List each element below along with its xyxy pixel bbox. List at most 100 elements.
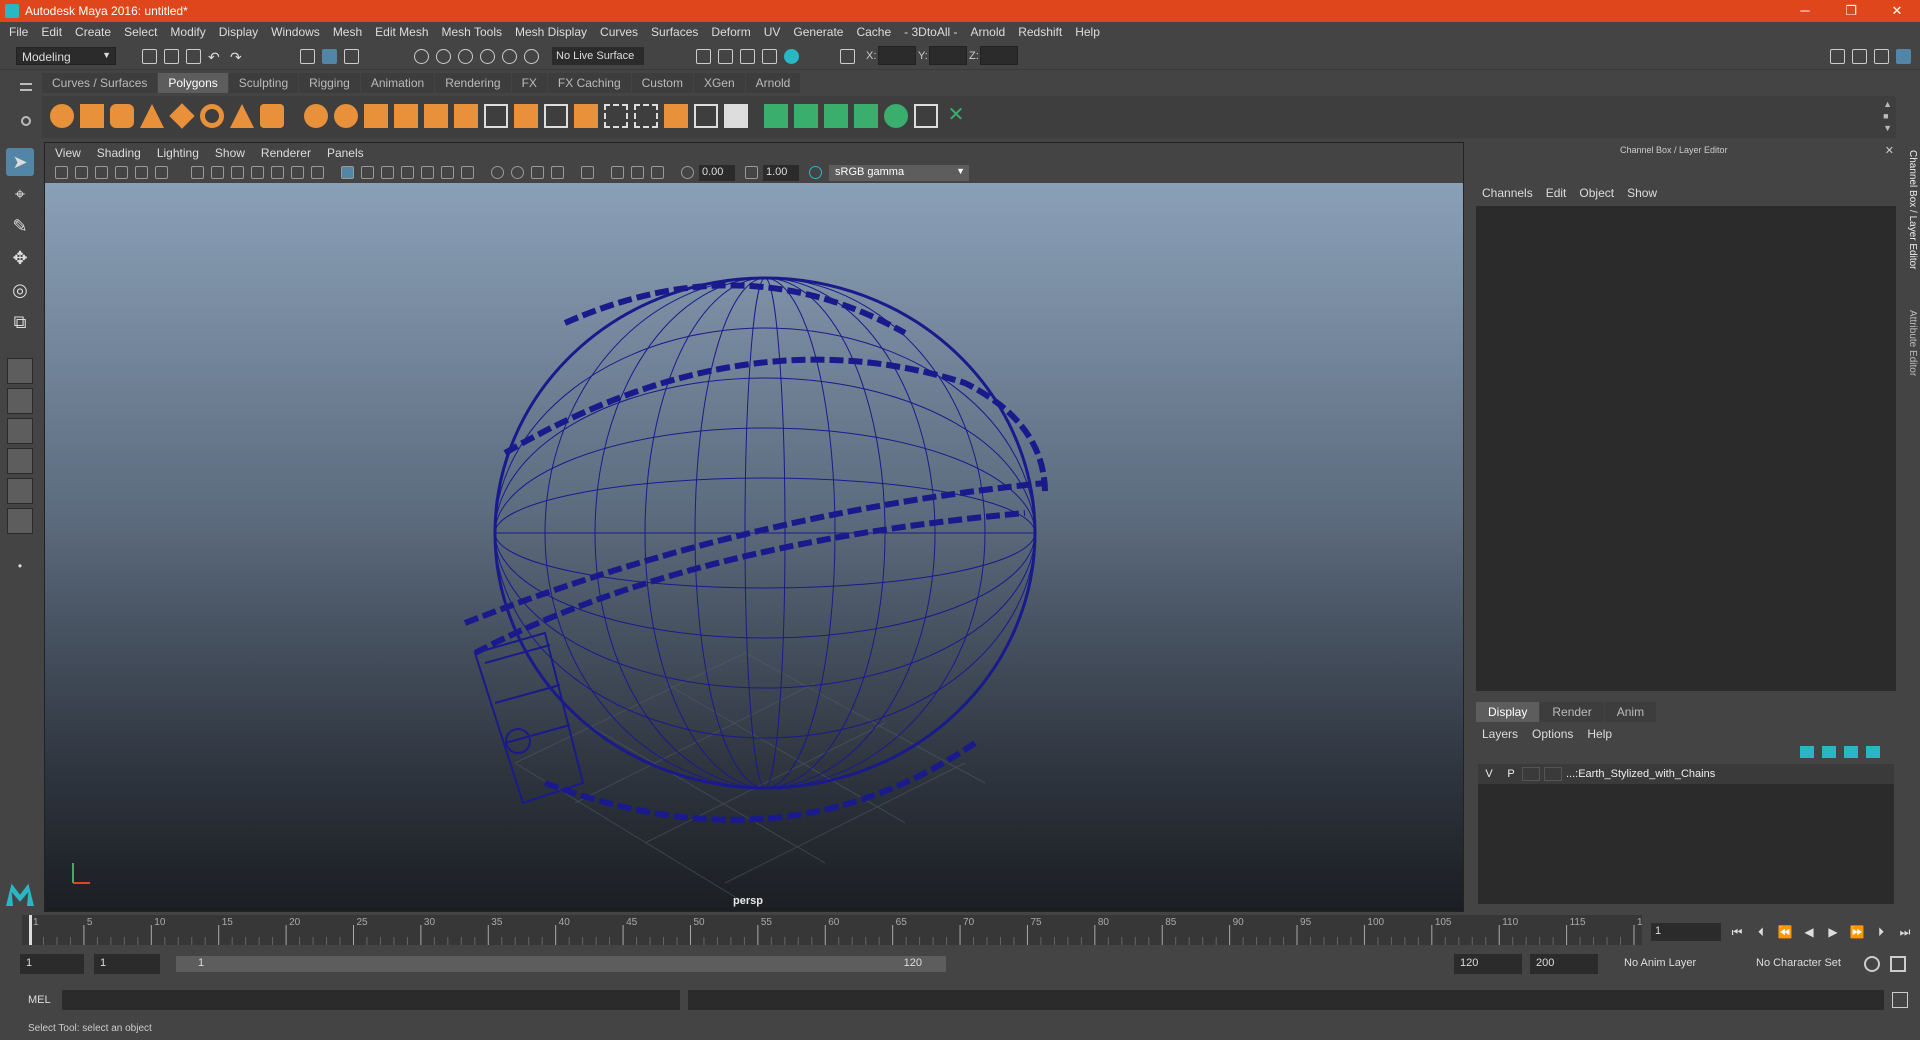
- redo-icon[interactable]: ↷: [230, 49, 245, 65]
- grease-pencil-icon[interactable]: [155, 166, 168, 179]
- bevel-icon[interactable]: [484, 104, 508, 128]
- tab-animation[interactable]: Animation: [360, 73, 435, 93]
- tab-sculpting[interactable]: Sculpting: [228, 73, 299, 93]
- tab-arnold[interactable]: Arnold: [745, 73, 801, 93]
- x-input[interactable]: [878, 46, 916, 65]
- snap-grid-icon[interactable]: [414, 49, 429, 64]
- xray-joints-icon[interactable]: [651, 166, 664, 179]
- menu-windows[interactable]: Windows: [271, 25, 320, 39]
- select-hierarchy-icon[interactable]: [300, 49, 315, 64]
- attribute-editor-icon[interactable]: [1852, 49, 1867, 64]
- y-input[interactable]: [929, 46, 967, 65]
- textured-icon[interactable]: [421, 166, 434, 179]
- more-layouts-icon[interactable]: •: [6, 552, 34, 580]
- move-layer-down-icon[interactable]: [1822, 746, 1836, 758]
- save-scene-icon[interactable]: [186, 49, 201, 64]
- insert-edge-loop-icon[interactable]: [634, 104, 658, 128]
- tab-display[interactable]: Display: [1476, 702, 1540, 722]
- shelf-settings-icon[interactable]: [21, 116, 31, 126]
- panel-menu-lighting[interactable]: Lighting: [157, 146, 199, 160]
- default-material-icon[interactable]: [381, 166, 394, 179]
- current-time-marker[interactable]: [29, 915, 32, 945]
- snap-curve-icon[interactable]: [436, 49, 451, 64]
- panel-menu-renderer[interactable]: Renderer: [261, 146, 311, 160]
- connect-icon[interactable]: [724, 104, 748, 128]
- safe-action-icon[interactable]: [291, 166, 304, 179]
- step-back-key-icon[interactable]: ⏪: [1776, 925, 1794, 941]
- shelf-menu-icon[interactable]: [20, 83, 32, 91]
- close-button[interactable]: ✕: [1874, 3, 1920, 19]
- panel-menu-view[interactable]: View: [55, 146, 81, 160]
- auto-key-icon[interactable]: [1864, 956, 1880, 972]
- exposure-icon[interactable]: [681, 166, 694, 179]
- poly-pyramid-icon[interactable]: [230, 104, 254, 128]
- render-view-icon[interactable]: [696, 49, 711, 64]
- tab-custom[interactable]: Custom: [631, 73, 693, 93]
- step-back-frame-icon[interactable]: ⏴: [1752, 925, 1770, 941]
- shelf-scroll-icon[interactable]: ▲ ■ ▼: [1883, 98, 1892, 134]
- le-menu-help[interactable]: Help: [1587, 727, 1612, 741]
- poly-cylinder-icon[interactable]: [110, 104, 134, 128]
- channel-box-area[interactable]: [1476, 206, 1896, 691]
- tab-rigging[interactable]: Rigging: [299, 73, 360, 93]
- poly-cone-icon[interactable]: [140, 104, 164, 128]
- menu-edit[interactable]: Edit: [41, 25, 62, 39]
- playback-end-field[interactable]: 120: [1454, 954, 1522, 974]
- gate-mask-icon[interactable]: [251, 166, 264, 179]
- anti-aliasing-icon[interactable]: [531, 166, 544, 179]
- exposure-field[interactable]: 0.00: [699, 165, 735, 181]
- select-objects-icon[interactable]: [322, 49, 337, 64]
- menu-surfaces[interactable]: Surfaces: [651, 25, 698, 39]
- select-camera-icon[interactable]: [55, 166, 68, 179]
- cylindrical-uv-icon[interactable]: [794, 104, 818, 128]
- transform-constraints-icon[interactable]: [840, 49, 855, 64]
- ipr-render-icon[interactable]: [740, 49, 755, 64]
- outliner-layout-icon[interactable]: [7, 508, 33, 534]
- menu-deform[interactable]: Deform: [711, 25, 750, 39]
- select-components-icon[interactable]: [344, 49, 359, 64]
- move-layer-up-icon[interactable]: [1800, 746, 1814, 758]
- make-live-icon[interactable]: [524, 49, 539, 64]
- menu-uv[interactable]: UV: [764, 25, 781, 39]
- field-chart-icon[interactable]: [271, 166, 284, 179]
- extrude-icon[interactable]: [514, 104, 538, 128]
- new-empty-layer-icon[interactable]: [1844, 746, 1858, 758]
- menu-create[interactable]: Create: [75, 25, 111, 39]
- grid-toggle-icon[interactable]: [191, 166, 204, 179]
- safe-title-icon[interactable]: [311, 166, 324, 179]
- minimize-button[interactable]: ─: [1782, 3, 1828, 19]
- snap-point-icon[interactable]: [458, 49, 473, 64]
- tab-anim[interactable]: Anim: [1604, 702, 1657, 722]
- bookmark-icon[interactable]: [95, 166, 108, 179]
- fill-hole-icon[interactable]: [574, 104, 598, 128]
- cb-menu-show[interactable]: Show: [1627, 186, 1657, 200]
- script-editor-icon[interactable]: [1892, 992, 1908, 1008]
- playback-start-field[interactable]: 1: [94, 954, 160, 974]
- character-set-dropdown[interactable]: No Character Set: [1750, 954, 1862, 974]
- tab-curves-surfaces[interactable]: Curves / Surfaces: [42, 73, 158, 93]
- render-settings-icon[interactable]: [762, 49, 777, 64]
- depth-of-field-icon[interactable]: [551, 166, 564, 179]
- menu-redshift[interactable]: Redshift: [1018, 25, 1062, 39]
- layer-playback-toggle[interactable]: P: [1500, 768, 1522, 780]
- panel-menu-panels[interactable]: Panels: [327, 146, 364, 160]
- resolution-gate-icon[interactable]: [231, 166, 244, 179]
- play-forwards-icon[interactable]: ▶: [1824, 925, 1842, 941]
- tab-render[interactable]: Render: [1540, 702, 1604, 722]
- new-scene-icon[interactable]: [142, 49, 157, 64]
- layer-display-type-toggle[interactable]: [1522, 767, 1540, 781]
- separate-icon[interactable]: [334, 104, 358, 128]
- side-tab-attribute-editor[interactable]: Attribute Editor: [1902, 310, 1918, 376]
- menu-arnold[interactable]: Arnold: [971, 25, 1006, 39]
- z-input[interactable]: [980, 46, 1018, 65]
- side-tab-channel-box[interactable]: Channel Box / Layer Editor: [1902, 150, 1918, 270]
- color-management-icon[interactable]: [809, 166, 822, 179]
- menu-modify[interactable]: Modify: [170, 25, 205, 39]
- menu-mesh[interactable]: Mesh: [333, 25, 362, 39]
- layer-row[interactable]: V P ...:Earth_Stylized_with_Chains: [1478, 764, 1894, 784]
- smooth-icon[interactable]: [394, 104, 418, 128]
- poly-cube-icon[interactable]: [80, 104, 104, 128]
- new-layer-selected-icon[interactable]: [1866, 746, 1880, 758]
- layer-name[interactable]: ...:Earth_Stylized_with_Chains: [1566, 768, 1715, 780]
- live-surface-field[interactable]: No Live Surface: [552, 47, 644, 65]
